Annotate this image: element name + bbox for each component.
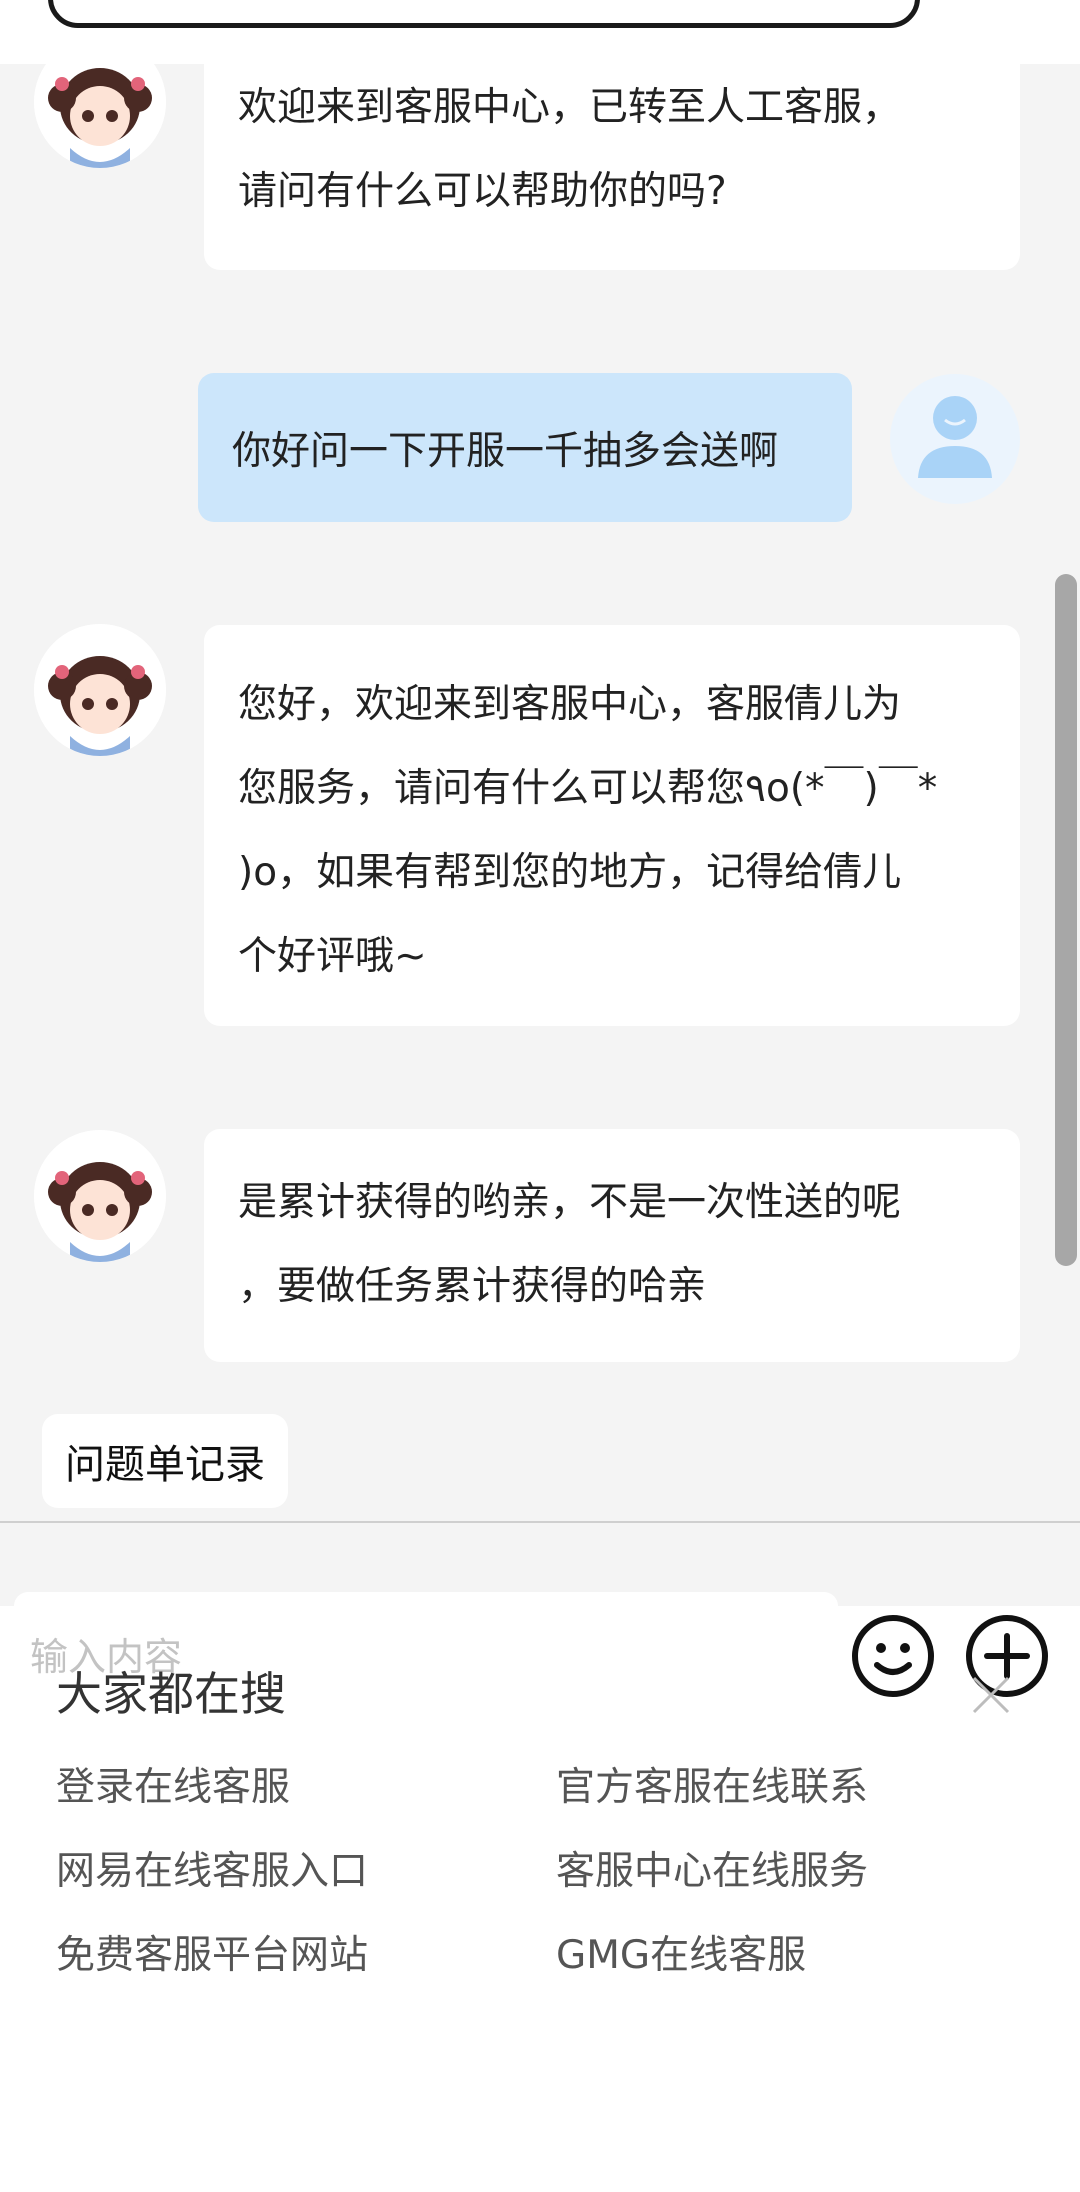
ticket-record-label: 问题单记录 bbox=[65, 1442, 265, 1488]
suggestions-title: 大家都在搜 bbox=[56, 1667, 286, 1721]
close-icon[interactable] bbox=[968, 1672, 1014, 1718]
chat-scrollbar[interactable] bbox=[1055, 574, 1077, 1266]
agent-message: 是累计获得的哟亲，不是一次性送的呢 ，要做任务累计获得的哈亲 bbox=[204, 1129, 1020, 1362]
agent-avatar bbox=[34, 624, 166, 756]
agent-avatar bbox=[34, 36, 166, 168]
user-message-text: 你好问一下开服一千抽多会送啊 bbox=[232, 428, 779, 474]
suggestion-link[interactable]: 客服中心在线服务 bbox=[556, 1840, 868, 1896]
ticket-record-button[interactable]: 问题单记录 bbox=[42, 1414, 288, 1508]
top-search-pill[interactable] bbox=[48, 0, 920, 28]
suggestion-link[interactable]: 网易在线客服入口 bbox=[56, 1840, 368, 1896]
user-avatar bbox=[890, 374, 1020, 504]
suggestion-link[interactable]: GMG在线客服 bbox=[556, 1924, 806, 1980]
suggestion-link[interactable]: 官方客服在线联系 bbox=[556, 1756, 868, 1812]
divider bbox=[0, 1521, 1080, 1523]
suggestion-link[interactable]: 免费客服平台网站 bbox=[56, 1924, 368, 1980]
user-message: 你好问一下开服一千抽多会送啊 bbox=[198, 373, 852, 522]
emoji-icon[interactable] bbox=[850, 1613, 936, 1699]
suggestion-link[interactable]: 登录在线客服 bbox=[56, 1756, 290, 1812]
agent-message: 欢迎来到客服中心，已转至人工客服， 请问有什么可以帮助你的吗? bbox=[204, 48, 1020, 270]
agent-avatar bbox=[34, 1130, 166, 1262]
agent-message: 您好，欢迎来到客服中心，客服倩儿为 您服务，请问有什么可以帮您٩o(*￣)￣* … bbox=[204, 625, 1020, 1026]
